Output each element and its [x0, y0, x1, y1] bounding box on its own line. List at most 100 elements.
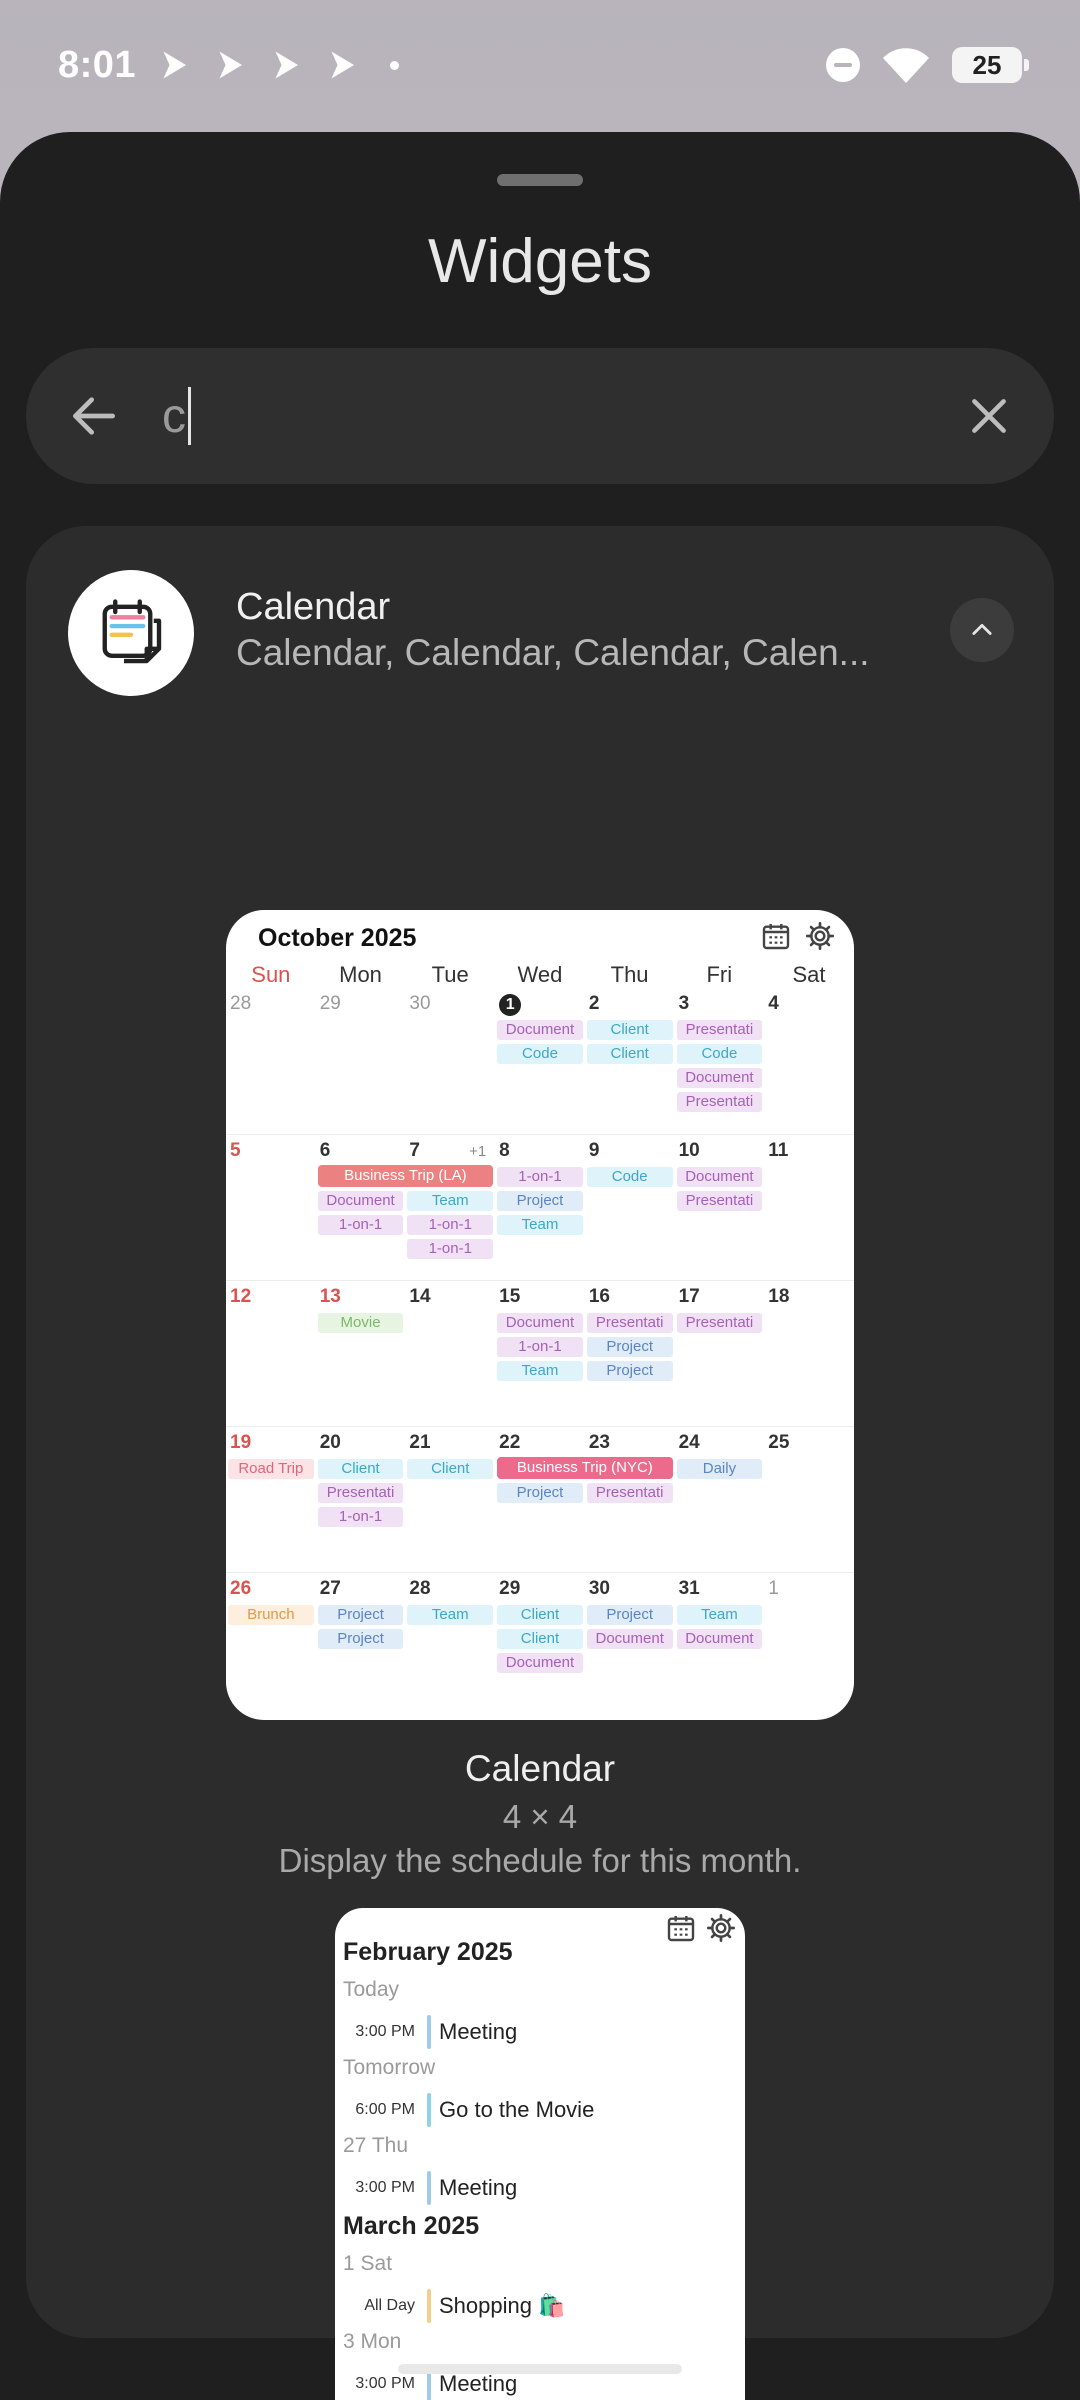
- day-number: 25: [768, 1432, 790, 1453]
- play-notification-icon: [163, 51, 187, 79]
- calendar-day-cell[interactable]: 28: [226, 992, 316, 1132]
- event-chip: Project: [317, 1605, 404, 1625]
- calendar-day-cell[interactable]: 20 Client Presentati 1-on-1: [316, 1431, 406, 1571]
- agenda-event-row[interactable]: All Day Shopping 🛍️: [335, 2286, 745, 2326]
- calendar-day-cell[interactable]: 30 Project Document: [585, 1577, 675, 1717]
- event-chip: Document: [497, 1313, 583, 1333]
- event-time: 3:00 PM: [355, 2179, 415, 2196]
- agenda-event-row[interactable]: 6:00 PM Go to the Movie: [335, 2090, 745, 2130]
- agenda-date-label: 3 Mon: [343, 2330, 402, 2353]
- calendar-day-cell[interactable]: 19 Road Trip: [226, 1431, 316, 1571]
- play-notification-icon: [275, 51, 299, 79]
- event-chip: Document: [497, 1653, 583, 1673]
- day-number: 22: [499, 1432, 521, 1453]
- calendar-day-cell[interactable]: 7 Team 1-on-1 1-on-1: [405, 1139, 495, 1279]
- event-time: 3:00 PM: [355, 2023, 415, 2040]
- day-number: 30: [409, 993, 431, 1014]
- gear-icon: [806, 922, 834, 950]
- day-number: 13: [319, 1286, 341, 1307]
- calendar-day-cell[interactable]: 15 Document 1-on-1 Team: [495, 1285, 585, 1425]
- day-number: 29: [319, 993, 341, 1014]
- day-number: 5: [230, 1140, 241, 1161]
- calendar-day-cell[interactable]: 23 Presentati: [585, 1431, 675, 1571]
- event-title: Meeting: [439, 2019, 518, 2044]
- event-chip: Document: [676, 1629, 763, 1649]
- calendar-day-cell[interactable]: 1: [764, 1577, 854, 1717]
- calendar-day-cell[interactable]: 29: [316, 992, 406, 1132]
- event-title: Shopping 🛍️: [439, 2293, 566, 2318]
- calendar-day-cell[interactable]: 28 Team: [405, 1577, 495, 1717]
- event-chip: Team: [407, 1605, 494, 1625]
- event-chip: 1-on-1: [497, 1167, 583, 1187]
- widget-size: 4 × 4: [502, 1798, 578, 1835]
- calendar-day-cell[interactable]: 16 Presentati Project Project: [585, 1285, 675, 1425]
- event-title: Meeting: [439, 2371, 518, 2396]
- calendar-day-cell[interactable]: 17 Presentati: [675, 1285, 765, 1425]
- calendar-day-cell[interactable]: 12: [226, 1285, 316, 1425]
- search-input[interactable]: c: [162, 387, 964, 445]
- calendar-day-cell[interactable]: 6 Document 1-on-1: [316, 1139, 406, 1279]
- event-chip: Document: [497, 1020, 583, 1040]
- weekday-label: Sat: [792, 962, 826, 987]
- calendar-day-cell[interactable]: 4: [764, 992, 854, 1132]
- drag-handle[interactable]: [497, 174, 583, 186]
- day-number: 10: [678, 1140, 700, 1161]
- calendar-icon: [762, 924, 790, 950]
- event-title: Go to the Movie: [439, 2097, 595, 2122]
- day-number: 8: [499, 1140, 510, 1161]
- multi-day-event-bar: Business Trip (NYC): [497, 1457, 673, 1479]
- calendar-day-cell[interactable]: 21 Client: [405, 1431, 495, 1571]
- event-chip: Client: [317, 1459, 404, 1479]
- calendar-day-cell[interactable]: 8 1-on-1 Project Team: [495, 1139, 585, 1279]
- event-chip: Document: [676, 1068, 763, 1088]
- event-chip: 1-on-1: [497, 1337, 583, 1357]
- close-icon[interactable]: [964, 391, 1014, 441]
- event-chip: Document: [676, 1167, 763, 1187]
- calendar-day-cell[interactable]: 25: [764, 1431, 854, 1571]
- calendar-day-cell[interactable]: 11: [764, 1139, 854, 1279]
- calendar-day-cell[interactable]: 18: [764, 1285, 854, 1425]
- event-chip: Brunch: [228, 1605, 314, 1625]
- do-not-disturb-icon: [826, 48, 860, 82]
- calendar-day-cell[interactable]: 3 Presentati Code Document Presentati: [675, 992, 765, 1132]
- calendar-day-cell[interactable]: 27 Project Project: [316, 1577, 406, 1717]
- day-number: 29: [499, 1578, 521, 1599]
- calendar-day-cell[interactable]: 10 Document Presentati: [675, 1139, 765, 1279]
- event-chip: Road Trip: [228, 1459, 314, 1479]
- event-chip: Project: [586, 1361, 673, 1381]
- play-notification-icon: [219, 51, 243, 79]
- calendar-day-cell[interactable]: 5: [226, 1139, 316, 1279]
- day-number: 24: [678, 1432, 700, 1453]
- day-number: 11: [768, 1140, 789, 1161]
- event-color-bar: [427, 2015, 431, 2049]
- calendar-day-cell[interactable]: 24 Daily: [675, 1431, 765, 1571]
- calendar-day-cell[interactable]: 1 Document Code: [495, 992, 585, 1132]
- agenda-event-row[interactable]: 3:00 PM Meeting: [335, 2168, 745, 2208]
- collapse-button[interactable]: [950, 598, 1014, 662]
- chevron-up-icon: [972, 623, 992, 635]
- calendar-week-row: 26 Brunch 27 Project Project 28 Team 29 Client Cl…: [226, 1572, 854, 1718]
- calendar-day-cell[interactable]: 22 Project: [495, 1431, 585, 1571]
- calendar-week-row: 28 29 30 1 Document Code 2 Client Client 3 Present…: [226, 988, 854, 1134]
- calendar-day-cell[interactable]: 9 Code: [585, 1139, 675, 1279]
- event-chip: Team: [497, 1215, 583, 1235]
- search-bar[interactable]: c: [26, 348, 1054, 484]
- calendar-day-cell[interactable]: 14: [405, 1285, 495, 1425]
- calendar-day-cell[interactable]: 29 Client Client Document: [495, 1577, 585, 1717]
- calendar-day-cell[interactable]: 31 Team Document: [675, 1577, 765, 1717]
- calendar-day-cell[interactable]: 2 Client Client: [585, 992, 675, 1132]
- day-number: 17: [678, 1286, 700, 1307]
- month-calendar-widget-preview[interactable]: October 2025 Sun Mon Tue Wed Thu Fri Sat 28 29 3…: [226, 910, 854, 1720]
- event-chip: Daily: [676, 1459, 763, 1479]
- battery-indicator: 25: [952, 47, 1029, 83]
- gesture-nav-bar[interactable]: [398, 2364, 682, 2374]
- agenda-widget-preview[interactable]: February 2025 Today 3:00 PM Meeting Tomorrow…: [335, 1908, 745, 2400]
- event-title: Meeting: [439, 2175, 518, 2200]
- calendar-day-cell[interactable]: 26 Brunch: [226, 1577, 316, 1717]
- back-arrow-icon[interactable]: [66, 388, 122, 444]
- calendar-day-cell[interactable]: 13 Movie: [316, 1285, 406, 1425]
- agenda-event-row[interactable]: 3:00 PM Meeting: [335, 2012, 745, 2052]
- play-notification-icon: [331, 51, 355, 79]
- calendar-day-cell[interactable]: 30: [405, 992, 495, 1132]
- day-number: 16: [588, 1286, 610, 1307]
